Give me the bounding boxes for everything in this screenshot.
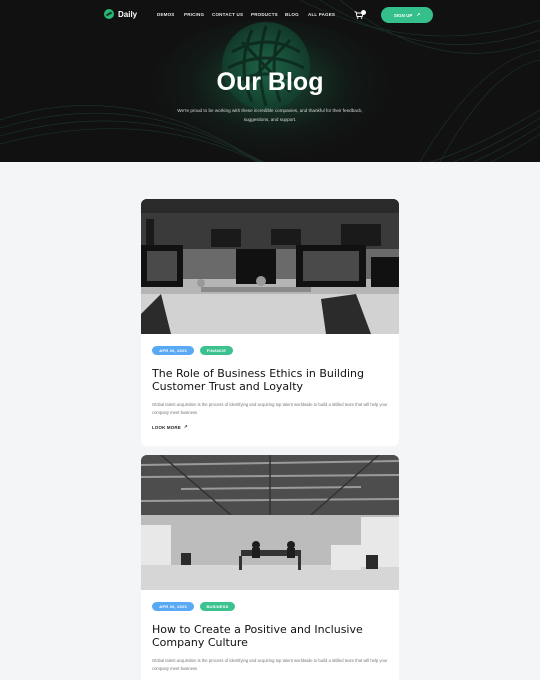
post-image[interactable] — [141, 199, 399, 334]
page-title: Our Blog — [216, 68, 324, 96]
sign-up-label: SIGN UP — [393, 12, 413, 18]
logo-text: Daily — [118, 9, 138, 19]
logo[interactable]: Daily — [104, 9, 137, 19]
look-more-link[interactable]: LOOK MORE ↗ — [152, 424, 188, 430]
look-more-label: LOOK MORE — [152, 424, 181, 430]
page-subtitle: We're proud to be working with these inc… — [177, 108, 363, 122]
nav-products[interactable]: PRODUCTS — [251, 12, 278, 17]
post-title[interactable]: The Role of Business Ethics in Building … — [152, 367, 388, 393]
nav-all-pages[interactable]: ALL PAGES — [308, 12, 335, 17]
cart-badge — [361, 10, 366, 15]
post-image[interactable] — [141, 455, 399, 590]
nav-blog[interactable]: BLOG — [285, 12, 299, 17]
logo-icon — [104, 9, 114, 19]
post-category-badge[interactable]: BUSINESS — [200, 602, 235, 611]
post-category-badge[interactable]: FINANCE — [200, 346, 233, 355]
post-excerpt: Global talent acquisition is the process… — [152, 402, 388, 415]
post-date-badge: APR 26, 2023 — [152, 602, 194, 611]
nav-demos[interactable]: DEMOS — [157, 12, 175, 17]
post-date-badge: APR 26, 2023 — [152, 346, 194, 355]
blog-card[interactable]: APR 26, 2023 FINANCE The Role of Busines… — [141, 199, 399, 446]
arrow-up-right-icon: ↗ — [416, 12, 421, 17]
arrow-up-right-icon: ↗ — [183, 424, 188, 429]
post-excerpt: Global talent acquisition is the process… — [152, 658, 388, 671]
nav-contact-us[interactable]: CONTACT US — [212, 12, 243, 17]
sign-up-button[interactable]: SIGN UP ↗ — [381, 7, 433, 23]
hero-section: Daily DEMOS PRICING CONTACT US PRODUCTS … — [0, 0, 540, 162]
top-nav: Daily DEMOS PRICING CONTACT US PRODUCTS … — [0, 0, 540, 32]
nav-pricing[interactable]: PRICING — [184, 12, 204, 17]
blog-card[interactable]: APR 26, 2023 BUSINESS How to Create a Po… — [141, 455, 399, 680]
post-title[interactable]: How to Create a Positive and Inclusive C… — [152, 623, 388, 649]
